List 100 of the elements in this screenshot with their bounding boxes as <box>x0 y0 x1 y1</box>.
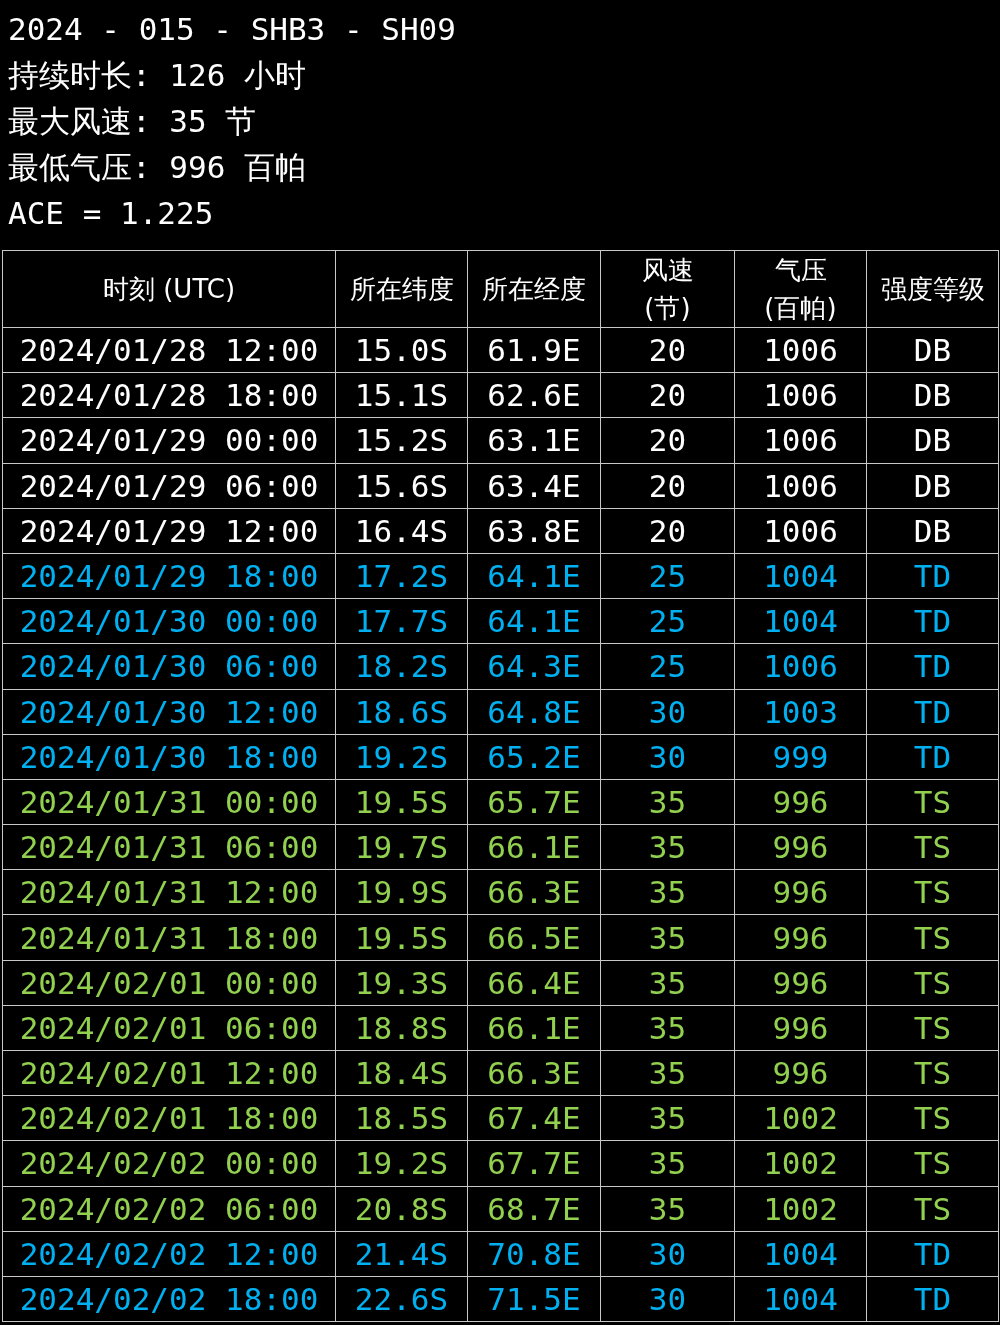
table-cell: 63.4E <box>467 463 601 509</box>
table-cell: 996 <box>734 1050 867 1096</box>
table-cell: 2024/02/01 18:00 <box>2 1095 336 1141</box>
table-cell: 35 <box>600 1050 735 1096</box>
table-cell: 2024/01/31 18:00 <box>2 914 336 961</box>
table-cell: 1006 <box>734 327 867 373</box>
table-cell: 35 <box>600 1005 735 1051</box>
table-cell: 35 <box>600 824 735 870</box>
table-cell: 62.6E <box>467 372 601 418</box>
table-cell: 20 <box>600 372 735 418</box>
table-cell: 2024/01/29 00:00 <box>2 417 336 464</box>
table-cell: 1004 <box>734 553 867 599</box>
table-cell: 19.5S <box>335 779 468 825</box>
table-cell: 18.2S <box>335 643 468 689</box>
table-cell: 64.1E <box>467 553 601 599</box>
table-cell: 65.2E <box>467 734 601 780</box>
table-cell: TD <box>866 598 999 644</box>
table-cell: 65.7E <box>467 779 601 825</box>
table-cell: 1002 <box>734 1095 867 1141</box>
table-cell: 2024/02/01 00:00 <box>2 960 336 1006</box>
table-cell: TD <box>866 1231 999 1277</box>
table-cell: TD <box>866 1276 999 1322</box>
summary-line: 最低气压: 996 百帕 <box>8 148 306 187</box>
table-cell: 63.8E <box>467 508 601 554</box>
table-cell: 66.5E <box>467 914 601 961</box>
summary-line: 最大风速: 35 节 <box>8 102 257 141</box>
table-cell: 30 <box>600 689 735 735</box>
table-cell: 17.2S <box>335 553 468 599</box>
table-cell: 1004 <box>734 598 867 644</box>
table-cell: TS <box>866 960 999 1006</box>
table-cell: 25 <box>600 598 735 644</box>
table-cell: 66.1E <box>467 824 601 870</box>
table-cell: 20 <box>600 417 735 464</box>
table-cell: 67.7E <box>467 1140 601 1187</box>
table-cell: 1006 <box>734 372 867 418</box>
table-cell: 1003 <box>734 689 867 735</box>
table-cell: 35 <box>600 779 735 825</box>
table-cell: 2024/01/28 12:00 <box>2 327 336 373</box>
table-cell: TS <box>866 824 999 870</box>
summary-line: ACE = 1.225 <box>8 194 214 233</box>
table-cell: 66.4E <box>467 960 601 1006</box>
table-cell: 20 <box>600 327 735 373</box>
table-cell: 2024/02/02 18:00 <box>2 1276 336 1322</box>
table-cell: TS <box>866 914 999 961</box>
table-cell: DB <box>866 463 999 509</box>
table-cell: 15.2S <box>335 417 468 464</box>
table-cell: 15.0S <box>335 327 468 373</box>
table-cell: 1002 <box>734 1186 867 1232</box>
table-cell: 66.3E <box>467 869 601 915</box>
table-cell: 70.8E <box>467 1231 601 1277</box>
table-cell: 19.5S <box>335 914 468 961</box>
table-cell: 2024/01/31 06:00 <box>2 824 336 870</box>
table-cell: DB <box>866 327 999 373</box>
table-cell: 2024/01/30 00:00 <box>2 598 336 644</box>
table-cell: 71.5E <box>467 1276 601 1322</box>
table-cell: TS <box>866 1050 999 1096</box>
table-cell: 2024/02/01 06:00 <box>2 1005 336 1051</box>
table-cell: 2024/02/02 06:00 <box>2 1186 336 1232</box>
table-cell: 2024/01/31 00:00 <box>2 779 336 825</box>
column-header: 所在经度 <box>467 250 601 328</box>
table-cell: 66.3E <box>467 1050 601 1096</box>
table-cell: TD <box>866 643 999 689</box>
table-cell: 2024/01/30 06:00 <box>2 643 336 689</box>
table-cell: 15.6S <box>335 463 468 509</box>
table-cell: DB <box>866 508 999 554</box>
table-cell: TS <box>866 1186 999 1232</box>
table-cell: TS <box>866 779 999 825</box>
column-header: 时刻 (UTC) <box>2 250 336 328</box>
table-cell: 996 <box>734 914 867 961</box>
table-cell: TS <box>866 1095 999 1141</box>
table-cell: 22.6S <box>335 1276 468 1322</box>
table-cell: 999 <box>734 734 867 780</box>
column-header: 风速 (节) <box>600 250 735 328</box>
table-cell: 18.4S <box>335 1050 468 1096</box>
table-cell: 996 <box>734 824 867 870</box>
table-cell: 18.6S <box>335 689 468 735</box>
table-cell: 67.4E <box>467 1095 601 1141</box>
table-cell: 15.1S <box>335 372 468 418</box>
table-cell: 2024/02/01 12:00 <box>2 1050 336 1096</box>
table-cell: 35 <box>600 869 735 915</box>
table-cell: 30 <box>600 1231 735 1277</box>
table-cell: 996 <box>734 869 867 915</box>
column-header: 所在纬度 <box>335 250 468 328</box>
table-cell: 19.7S <box>335 824 468 870</box>
table-cell: 2024/01/29 12:00 <box>2 508 336 554</box>
table-cell: 18.8S <box>335 1005 468 1051</box>
table-cell: 17.7S <box>335 598 468 644</box>
table-cell: 2024/01/29 18:00 <box>2 553 336 599</box>
table-cell: 1002 <box>734 1140 867 1187</box>
table-cell: 63.1E <box>467 417 601 464</box>
table-cell: 996 <box>734 1005 867 1051</box>
table-cell: 19.9S <box>335 869 468 915</box>
table-cell: TD <box>866 734 999 780</box>
table-cell: 2024/02/02 12:00 <box>2 1231 336 1277</box>
table-cell: 21.4S <box>335 1231 468 1277</box>
table-cell: 30 <box>600 1276 735 1322</box>
table-cell: 19.3S <box>335 960 468 1006</box>
table-cell: 25 <box>600 553 735 599</box>
table-cell: TS <box>866 1140 999 1187</box>
table-cell: 2024/01/31 12:00 <box>2 869 336 915</box>
